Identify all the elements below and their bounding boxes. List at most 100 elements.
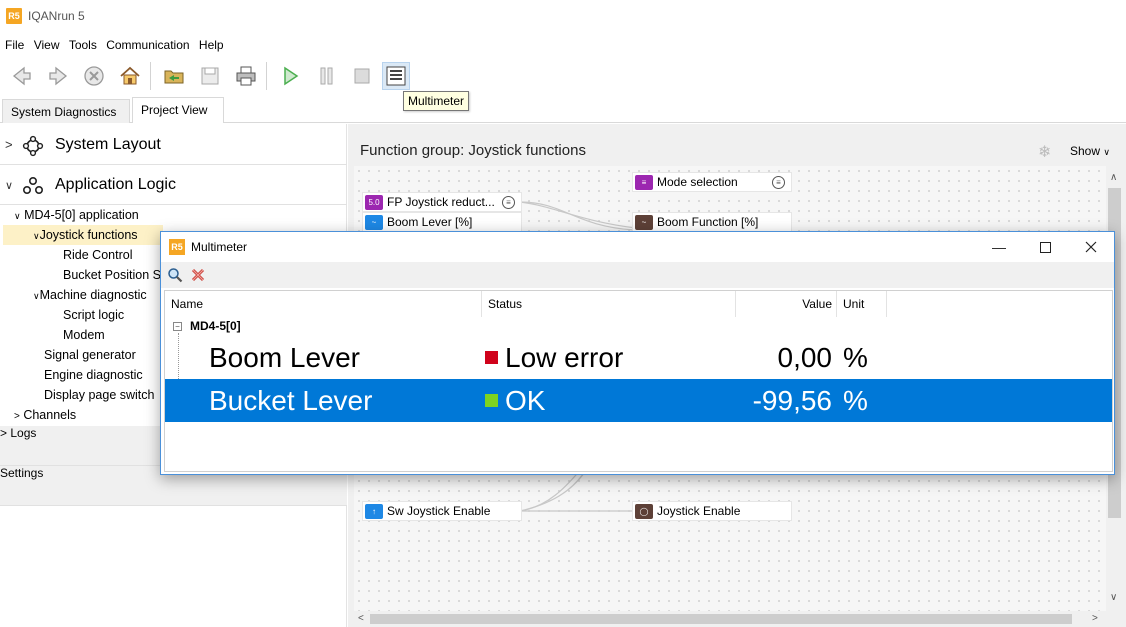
app-logo: R5 bbox=[169, 239, 185, 255]
snowflake-icon[interactable]: ❄ bbox=[1038, 142, 1051, 162]
row-value: -99,56 bbox=[752, 385, 832, 416]
maximize-icon[interactable] bbox=[1022, 232, 1068, 262]
tree-item-channels[interactable]: > Channels bbox=[14, 405, 76, 425]
row-name: Boom Lever bbox=[209, 342, 360, 373]
column-header-unit[interactable]: Unit bbox=[837, 291, 887, 317]
chevron-right-icon: > bbox=[0, 426, 8, 440]
status-ok-icon bbox=[485, 394, 498, 407]
section-label: Application Logic bbox=[55, 176, 176, 193]
tree-item-signal-generator[interactable]: Signal generator bbox=[44, 345, 136, 365]
multimeter-window: R5 Multimeter — Name Status Value Unit −… bbox=[160, 231, 1115, 475]
tree-item-ride-control[interactable]: Ride Control bbox=[63, 245, 132, 265]
chevron-right-icon: > bbox=[14, 411, 20, 422]
menu-view[interactable]: View bbox=[34, 35, 60, 55]
show-dropdown[interactable]: Show ∨ bbox=[1070, 144, 1110, 158]
row-status: OK bbox=[505, 385, 546, 416]
window-title: IQANrun 5 bbox=[28, 9, 85, 23]
home-icon[interactable] bbox=[116, 62, 144, 90]
record-stop-icon[interactable] bbox=[348, 62, 376, 90]
chevron-down-icon: ∨ bbox=[5, 180, 14, 192]
multimeter-title-bar[interactable]: R5 Multimeter — bbox=[161, 232, 1114, 262]
section-label: Logs bbox=[10, 426, 37, 440]
scroll-up-icon[interactable]: ∧ bbox=[1110, 172, 1117, 183]
parameter-icon: 5.0 bbox=[365, 195, 383, 210]
menu-communication[interactable]: Communication bbox=[106, 35, 189, 55]
system-layout-icon bbox=[22, 135, 44, 160]
row-unit: % bbox=[843, 342, 868, 373]
menu-bar: File View Tools Communication Help bbox=[0, 35, 225, 55]
tree-group-md4[interactable]: − MD4-5[0] bbox=[173, 319, 241, 333]
tab-project-view[interactable]: Project View bbox=[132, 97, 224, 123]
digital-input-icon: ↑ bbox=[365, 504, 383, 519]
app-logo: R5 bbox=[6, 8, 22, 24]
section-application-logic[interactable]: ∨ Application Logic bbox=[0, 165, 347, 205]
column-header-status[interactable]: Status bbox=[482, 291, 736, 317]
status-error-icon bbox=[485, 351, 498, 364]
tree-item-engine-diagnostic[interactable]: Engine diagnostic bbox=[44, 365, 143, 385]
toolbar bbox=[0, 58, 1126, 94]
node-menu-icon[interactable]: ≡ bbox=[502, 196, 515, 209]
node-boom-lever[interactable]: ~ Boom Lever [%] bbox=[362, 212, 522, 232]
tree-item-joystick-functions[interactable]: ∨Joystick functions bbox=[3, 225, 163, 245]
scroll-down-icon[interactable]: ∨ bbox=[1110, 592, 1117, 603]
back-icon[interactable] bbox=[8, 62, 36, 90]
title-bar: R5 IQANrun 5 bbox=[0, 0, 1126, 32]
collapse-icon[interactable]: − bbox=[173, 322, 182, 331]
remove-icon[interactable] bbox=[190, 267, 206, 286]
output-icon: ~ bbox=[635, 215, 653, 230]
open-folder-icon[interactable] bbox=[160, 62, 188, 90]
tree-item-display-page-switch[interactable]: Display page switch bbox=[44, 385, 154, 405]
forward-icon[interactable] bbox=[44, 62, 72, 90]
menu-help[interactable]: Help bbox=[199, 35, 224, 55]
chevron-down-icon: ∨ bbox=[33, 291, 40, 301]
node-joystick-enable[interactable]: ◯ Joystick Enable bbox=[632, 501, 792, 521]
tree-item-machine-diagnostic[interactable]: ∨Machine diagnostic bbox=[33, 285, 147, 305]
scroll-left-icon[interactable]: < bbox=[358, 613, 364, 624]
node-sw-joystick-enable[interactable]: ↑ Sw Joystick Enable bbox=[362, 501, 522, 521]
scroll-thumb[interactable] bbox=[370, 614, 1072, 624]
section-label: Settings bbox=[0, 466, 44, 480]
column-header-value[interactable]: Value bbox=[736, 291, 837, 317]
mode-selection-icon: ≡ bbox=[635, 175, 653, 190]
stop-icon[interactable] bbox=[80, 62, 108, 90]
table-row[interactable]: Bucket Lever OK -99,56 % bbox=[165, 379, 1112, 422]
node-fp-joystick-reduction[interactable]: 5.0 FP Joystick reduct... ≡ bbox=[362, 192, 522, 212]
tree-item-modem[interactable]: Modem bbox=[63, 325, 105, 345]
close-icon[interactable] bbox=[1068, 232, 1114, 262]
column-header-name[interactable]: Name bbox=[165, 291, 482, 317]
tree-item-script-logic[interactable]: Script logic bbox=[63, 305, 124, 325]
multimeter-table: Name Status Value Unit − MD4-5[0] Boom Le… bbox=[164, 290, 1113, 472]
section-label: System Layout bbox=[55, 136, 161, 153]
node-mode-selection[interactable]: ≡ Mode selection ≡ bbox=[632, 172, 792, 192]
multimeter-toolbar bbox=[161, 262, 1114, 288]
node-menu-icon[interactable]: ≡ bbox=[772, 176, 785, 189]
multimeter-icon[interactable] bbox=[382, 62, 410, 90]
tab-system-diagnostics[interactable]: System Diagnostics bbox=[2, 99, 130, 123]
node-boom-function[interactable]: ~ Boom Function [%] bbox=[632, 212, 792, 232]
scroll-right-icon[interactable]: > bbox=[1092, 613, 1098, 624]
horizontal-scrollbar[interactable]: < > bbox=[354, 611, 1106, 627]
chevron-down-icon: ∨ bbox=[33, 231, 40, 241]
function-group-title: Function group: Joystick functions bbox=[360, 142, 586, 159]
section-system-layout[interactable]: > System Layout bbox=[0, 125, 347, 165]
chevron-down-icon: ∨ bbox=[1103, 147, 1110, 157]
tree-item-md4-application[interactable]: ∨ MD4-5[0] application bbox=[14, 205, 139, 225]
menu-tools[interactable]: Tools bbox=[69, 35, 97, 55]
tree-item-bucket-position[interactable]: Bucket Position S bbox=[63, 265, 161, 285]
pause-icon[interactable] bbox=[312, 62, 340, 90]
table-row[interactable]: Boom Lever Low error 0,00 % bbox=[165, 336, 1112, 379]
minimize-icon[interactable]: — bbox=[976, 232, 1022, 262]
row-unit: % bbox=[843, 385, 868, 416]
view-tabs: System Diagnostics Project View bbox=[0, 97, 1126, 123]
chevron-down-icon: ∨ bbox=[14, 211, 21, 221]
play-icon[interactable] bbox=[276, 62, 304, 90]
print-icon[interactable] bbox=[232, 62, 260, 90]
chevron-right-icon: > bbox=[5, 137, 13, 152]
digital-output-icon: ◯ bbox=[635, 504, 653, 519]
search-icon[interactable] bbox=[167, 267, 183, 286]
multimeter-title: Multimeter bbox=[191, 240, 248, 254]
menu-file[interactable]: File bbox=[5, 35, 24, 55]
save-icon[interactable] bbox=[196, 62, 224, 90]
row-status: Low error bbox=[505, 342, 624, 373]
application-logic-icon bbox=[22, 175, 44, 200]
